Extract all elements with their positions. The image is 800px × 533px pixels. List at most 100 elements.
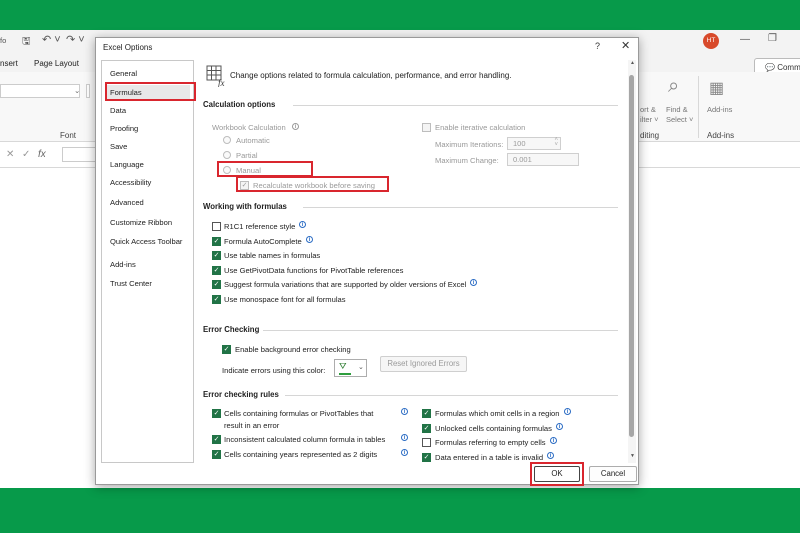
automatic-radio[interactable] xyxy=(223,136,231,144)
nav-quick-access-toolbar[interactable]: Quick Access Toolbar xyxy=(110,237,182,246)
spinner-icon[interactable]: ˄ ˅ xyxy=(554,137,558,148)
addins-button-label[interactable]: Add-ins xyxy=(707,105,732,115)
editing-group-label: diting xyxy=(640,131,660,140)
formula-input[interactable] xyxy=(62,147,96,162)
find-select-label[interactable]: Find & Select ˅ xyxy=(666,105,693,125)
working-option-checkbox[interactable]: ✓ xyxy=(212,265,221,275)
tab-page-layout[interactable]: Page Layout xyxy=(34,59,79,68)
color-swatch xyxy=(339,373,351,375)
error-color-picker[interactable]: ⛛ ⌄ xyxy=(334,359,367,377)
nav-general[interactable]: General xyxy=(110,69,137,78)
max-iterations-input[interactable]: 100 ˄ ˅ xyxy=(507,137,561,150)
info-icon[interactable]: i xyxy=(299,221,306,228)
working-option-label: Suggest formula variations that are supp… xyxy=(224,280,467,290)
highlight-manual xyxy=(217,161,313,177)
info-icon[interactable]: i xyxy=(556,422,563,430)
rule-checkbox[interactable]: ✓ xyxy=(422,409,431,418)
nav-data[interactable]: Data xyxy=(110,106,126,115)
top-band xyxy=(0,0,800,30)
working-option-checkbox[interactable]: ✓ xyxy=(212,251,221,261)
iterative-checkbox[interactable] xyxy=(422,123,431,132)
max-change-input[interactable]: 0.001 xyxy=(507,153,579,166)
scrollbar-thumb[interactable] xyxy=(629,75,634,437)
error-checking-title: Error Checking xyxy=(203,325,260,334)
rule-label: Formulas referring to empty cells xyxy=(435,438,546,448)
scroll-up-icon[interactable]: ▲ xyxy=(630,60,635,66)
working-option-checkbox[interactable]: ✓ xyxy=(212,280,221,290)
partial-label: Partial xyxy=(236,151,258,160)
max-iterations-label: Maximum Iterations: xyxy=(435,140,504,149)
info-icon[interactable]: i xyxy=(564,408,571,415)
nav-formulas[interactable]: Formulas xyxy=(110,88,142,97)
addins-icon: ▦ xyxy=(709,80,725,97)
info-icon[interactable]: i xyxy=(292,123,299,130)
font-dropdown[interactable] xyxy=(0,84,80,98)
rules-divider xyxy=(285,395,618,396)
info-icon[interactable]: i xyxy=(550,437,557,445)
nav-proofing[interactable]: Proofing xyxy=(110,124,138,133)
undo-icon[interactable]: ↶ ˅ xyxy=(42,33,61,46)
header-text: Change options related to formula calcul… xyxy=(230,71,512,80)
info-icon[interactable]: i xyxy=(401,434,408,441)
working-option-checkbox[interactable]: ✓ xyxy=(212,295,221,304)
sort-filter-label[interactable]: ort & ilter ˅ xyxy=(640,105,659,125)
rule-checkbox[interactable]: ✓ xyxy=(212,450,221,459)
save-icon[interactable]: 🖫 xyxy=(22,34,31,51)
working-option-label: Use GetPivotData functions for PivotTabl… xyxy=(224,265,404,275)
tab-insert[interactable]: nsert xyxy=(0,59,18,68)
fx-icon[interactable]: fx xyxy=(38,149,46,160)
formula-calc-icon: fx xyxy=(206,65,225,87)
highlight-ok xyxy=(530,462,584,486)
size-dropdown[interactable] xyxy=(86,84,90,98)
working-option-checkbox[interactable]: ✓ xyxy=(212,236,221,246)
svg-text:fx: fx xyxy=(218,78,225,87)
options-content: fx Change options related to formula cal… xyxy=(203,60,623,463)
nav-trust-center[interactable]: Trust Center xyxy=(110,279,152,288)
nav-accessibility[interactable]: Accessibility xyxy=(110,178,151,187)
cancel-icon[interactable]: ✕ xyxy=(6,149,14,160)
info-icon[interactable]: i xyxy=(470,279,477,287)
info-icon[interactable]: i xyxy=(547,451,554,459)
avatar[interactable]: HT xyxy=(703,33,719,49)
enable-error-checking-checkbox[interactable]: ✓ xyxy=(222,345,231,354)
rule-checkbox[interactable]: ✓ xyxy=(212,409,221,418)
close-icon[interactable]: ✕ xyxy=(621,39,630,52)
addins-group-label: Add-ins xyxy=(707,131,735,140)
working-option-label: Formula AutoComplete xyxy=(224,236,302,246)
nav-addins[interactable]: Add-ins xyxy=(110,260,136,269)
search-icon: ⌕ xyxy=(668,75,680,97)
dialog-title: Excel Options xyxy=(103,43,153,52)
working-option-checkbox[interactable] xyxy=(212,222,221,231)
info-icon[interactable]: i xyxy=(401,449,408,456)
options-nav: General Formulas Data Proofing Save Lang… xyxy=(101,60,196,463)
rule-checkbox[interactable] xyxy=(422,438,431,448)
nav-save[interactable]: Save xyxy=(110,142,127,151)
max-change-label: Maximum Change: xyxy=(435,156,499,165)
workbook-calc-label: Workbook Calculation xyxy=(212,123,286,132)
chevron-down-icon[interactable]: ⌄ xyxy=(74,86,80,95)
nav-language[interactable]: Language xyxy=(110,160,144,169)
minimize-icon[interactable]: — xyxy=(740,34,750,45)
cancel-button[interactable]: Cancel xyxy=(589,466,637,482)
info-icon[interactable]: i xyxy=(306,235,313,243)
rule-label: Unlocked cells containing formulas xyxy=(435,423,552,433)
rule-checkbox[interactable]: ✓ xyxy=(422,423,431,433)
enter-icon[interactable]: ✓ xyxy=(22,149,30,160)
max-change-value: 0.001 xyxy=(513,155,532,164)
nav-customize-ribbon[interactable]: Customize Ribbon xyxy=(110,218,172,227)
rule-checkbox[interactable]: ✓ xyxy=(212,435,221,444)
calc-divider xyxy=(293,105,618,106)
scroll-down-icon[interactable]: ▼ xyxy=(630,453,635,459)
max-iterations-value: 100 xyxy=(513,139,526,148)
font-group-label: Font xyxy=(60,131,77,140)
info-icon[interactable]: i xyxy=(401,408,408,415)
partial-radio[interactable] xyxy=(223,151,231,159)
rule-checkbox[interactable]: ✓ xyxy=(422,452,431,462)
restore-icon[interactable]: ❐ xyxy=(768,33,777,44)
calc-section-title: Calculation options xyxy=(203,100,276,109)
reset-ignored-errors-button[interactable]: Reset Ignored Errors xyxy=(380,356,467,372)
working-option-label: Use table names in formulas xyxy=(224,251,321,261)
help-icon[interactable]: ? xyxy=(595,41,600,51)
redo-icon[interactable]: ↷ ˅ xyxy=(66,33,85,46)
nav-advanced[interactable]: Advanced xyxy=(110,198,144,207)
